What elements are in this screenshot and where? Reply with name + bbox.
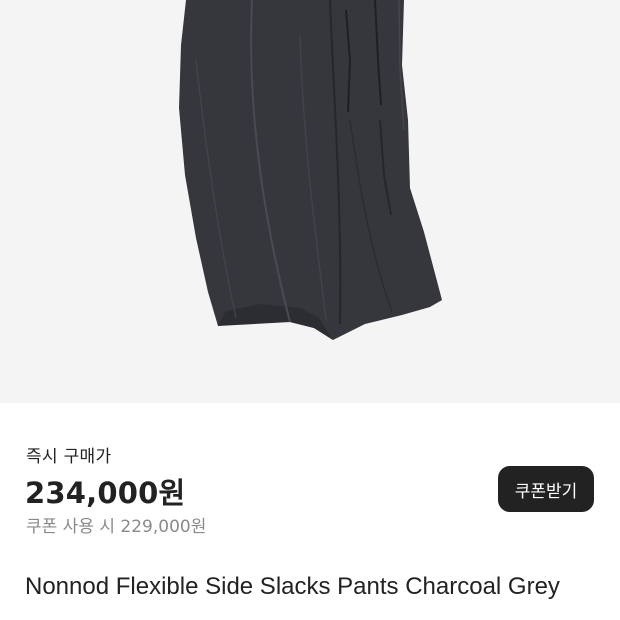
product-detail-page: 즉시 구매가 234,000원 쿠폰 사용 시 229,000원 쿠폰받기 No… <box>0 0 620 620</box>
product-image[interactable] <box>0 0 620 403</box>
instant-purchase-label: 즉시 구매가 <box>26 447 112 467</box>
pants-photo <box>179 0 442 340</box>
product-title: Nonnod Flexible Side Slacks Pants Charco… <box>25 573 560 600</box>
coupon-discounted-price: 쿠폰 사용 시 229,000원 <box>26 517 207 537</box>
get-coupon-button[interactable]: 쿠폰받기 <box>498 466 594 512</box>
instant-purchase-price: 234,000원 <box>25 476 186 510</box>
